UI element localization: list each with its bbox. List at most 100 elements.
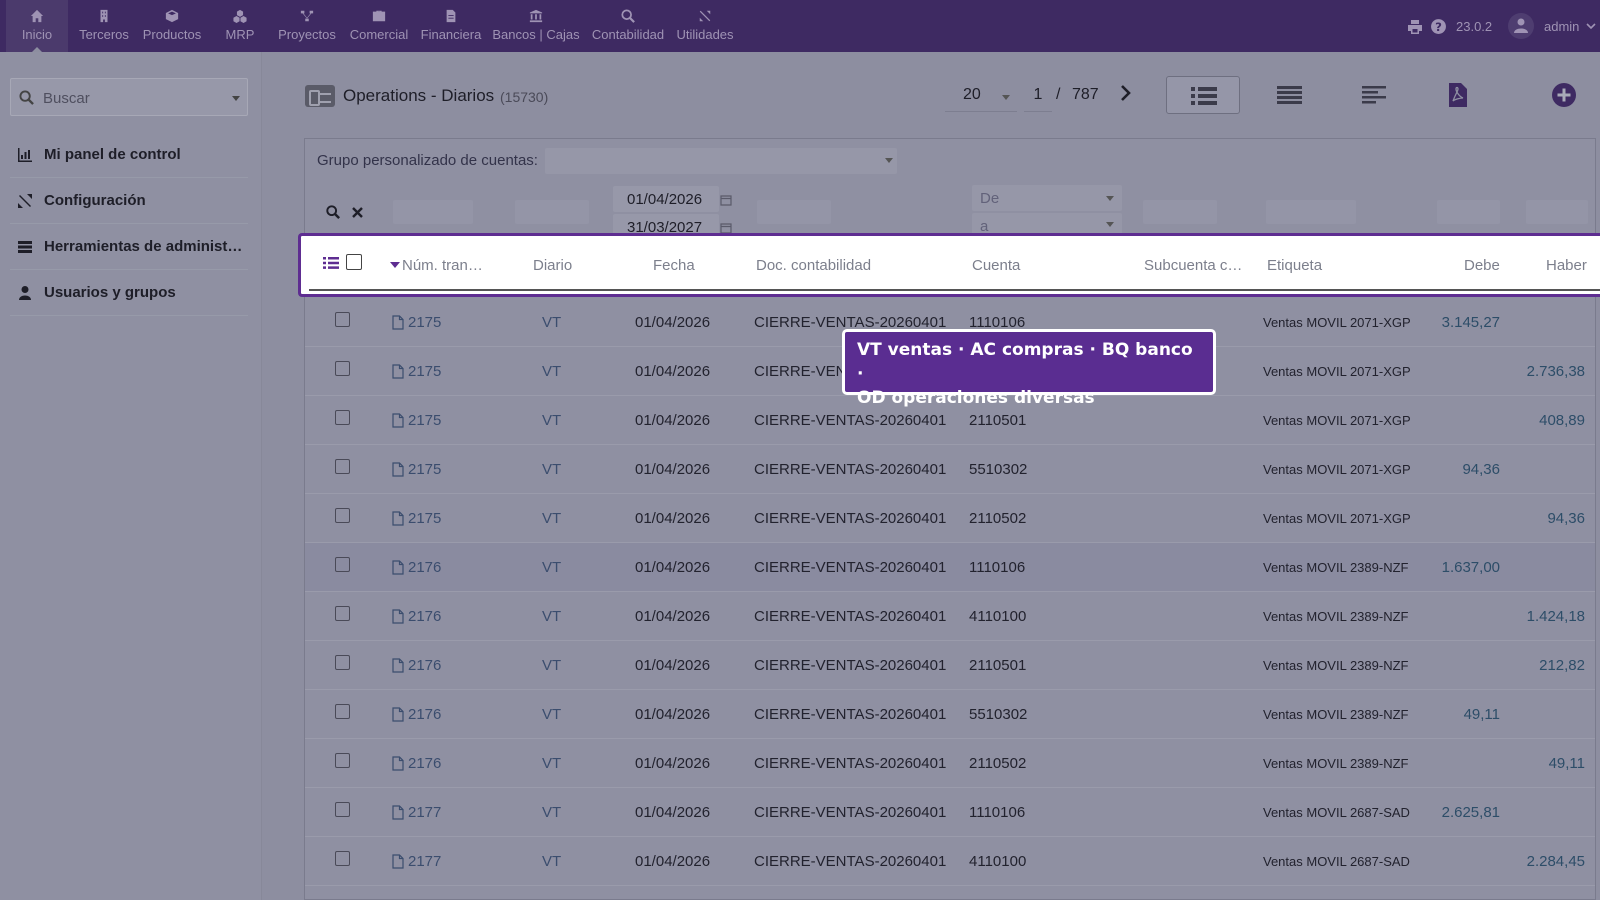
file-icon <box>392 315 404 330</box>
row-checkbox[interactable] <box>335 459 350 474</box>
filter-subcuenta-input[interactable] <box>1143 200 1217 224</box>
column-selector-icon[interactable] <box>323 256 339 270</box>
nav-item-bancos-cajas[interactable]: Bancos | Cajas <box>490 0 582 52</box>
filter-haber-input[interactable] <box>1526 200 1588 224</box>
column-header-haber[interactable]: Haber <box>1546 257 1587 274</box>
table-row[interactable]: 2176 VT 01/04/2026 CIERRE-VENTAS-20260401 21… <box>305 739 1595 788</box>
row-checkbox[interactable] <box>335 508 350 523</box>
row-checkbox[interactable] <box>335 361 350 376</box>
transaction-number-link[interactable]: 2175 <box>408 461 441 478</box>
accounting-doc: CIERRE-VENTAS-20260401 <box>754 853 947 870</box>
transaction-number-link[interactable]: 2176 <box>408 608 441 625</box>
filter-date-from[interactable]: 01/04/2026 <box>613 186 719 212</box>
nav-item-inicio[interactable]: Inicio <box>6 0 68 52</box>
filter-debe-input[interactable] <box>1437 200 1500 224</box>
table-header-row: Núm. tran… Diario Fecha Doc. contabilida… <box>298 233 1600 297</box>
cube-icon <box>139 9 205 23</box>
nav-item-contabilidad[interactable]: Contabilidad <box>590 0 666 52</box>
filter-amount-to[interactable]: a <box>972 213 1122 235</box>
sidebar-search-input[interactable]: Buscar <box>10 78 248 116</box>
nav-item-terceros[interactable]: Terceros <box>76 0 132 52</box>
accounting-doc: CIERRE-VENTAS-20260401 <box>754 706 947 723</box>
row-checkbox[interactable] <box>335 410 350 425</box>
column-header-cuenta[interactable]: Cuenta <box>972 257 1020 274</box>
page-size-select[interactable]: 20 <box>945 84 1017 112</box>
transaction-number-link[interactable]: 2175 <box>408 314 441 331</box>
nav-item-utilidades[interactable]: Utilidades <box>672 0 738 52</box>
ledger-view-button[interactable] <box>1354 76 1394 114</box>
entry-label: Ventas MOVIL 2389-NZF <box>1263 707 1409 722</box>
header-divider <box>309 289 1600 291</box>
export-pdf-button[interactable] <box>1438 76 1478 114</box>
column-header-diario[interactable]: Diario <box>533 257 572 274</box>
row-checkbox[interactable] <box>335 851 350 866</box>
next-page-button[interactable] <box>1120 84 1132 107</box>
help-icon: ? <box>1431 19 1446 34</box>
column-header-subcuenta[interactable]: Subcuenta c… <box>1144 257 1242 274</box>
select-all-checkbox[interactable] <box>346 254 362 270</box>
transaction-number-link[interactable]: 2175 <box>408 412 441 429</box>
entry-label: Ventas MOVIL 2071-XGP <box>1263 364 1411 379</box>
column-header-etiqueta[interactable]: Etiqueta <box>1267 257 1322 274</box>
table-row[interactable]: 2175 VT 01/04/2026 CIERRE-VENTAS-20260401 55… <box>305 445 1595 494</box>
column-header-fecha[interactable]: Fecha <box>653 257 695 274</box>
align-justify-icon <box>1277 86 1302 104</box>
row-checkbox[interactable] <box>335 704 350 719</box>
accounting-doc: CIERRE-VENTAS-20260401 <box>754 804 947 821</box>
row-checkbox[interactable] <box>335 312 350 327</box>
search-filter-button[interactable] <box>326 205 340 219</box>
table-row[interactable]: 2177 VT 01/04/2026 CIERRE-VENTAS-20260401 41… <box>305 837 1595 886</box>
filter-diario-input[interactable] <box>515 200 589 224</box>
transaction-number-link[interactable]: 2175 <box>408 363 441 380</box>
grouped-view-button[interactable] <box>1270 76 1310 114</box>
table-row[interactable]: 2176 VT 01/04/2026 CIERRE-VENTAS-20260401 11… <box>305 543 1595 592</box>
table-row[interactable]: 2177VT01/04/2026CIERRE-VENTAS-2026040121… <box>305 886 1595 900</box>
list-view-button[interactable] <box>1166 76 1240 114</box>
table-row[interactable]: 2176 VT 01/04/2026 CIERRE-VENTAS-20260401 21… <box>305 641 1595 690</box>
sidebar-item-panel-control[interactable]: Mi panel de control <box>10 132 248 178</box>
row-checkbox[interactable] <box>335 802 350 817</box>
transaction-number-link[interactable]: 2175 <box>408 510 441 527</box>
row-checkbox[interactable] <box>335 557 350 572</box>
sidebar-item-usuarios[interactable]: Usuarios y grupos <box>10 270 248 316</box>
account-group-select[interactable] <box>545 148 897 174</box>
transaction-number-link[interactable]: 2176 <box>408 657 441 674</box>
filter-doc-input[interactable] <box>757 200 831 224</box>
calendar-icon[interactable] <box>720 194 732 206</box>
nav-item-proyectos[interactable]: Proyectos <box>276 0 338 52</box>
transaction-number-link[interactable]: 2177 <box>408 804 441 821</box>
table-row[interactable]: 2176 VT 01/04/2026 CIERRE-VENTAS-20260401 55… <box>305 690 1595 739</box>
table-row[interactable]: 2177 VT 01/04/2026 CIERRE-VENTAS-20260401 11… <box>305 788 1595 837</box>
transaction-number-link[interactable]: 2176 <box>408 706 441 723</box>
row-checkbox[interactable] <box>335 753 350 768</box>
entry-label: Ventas MOVIL 2389-NZF <box>1263 658 1409 673</box>
row-checkbox[interactable] <box>335 606 350 621</box>
help-button[interactable]: ? <box>1428 0 1448 52</box>
column-header-debe[interactable]: Debe <box>1464 257 1500 274</box>
user-menu[interactable]: admin <box>1502 0 1600 52</box>
nav-item-mrp[interactable]: MRP <box>218 0 262 52</box>
add-entry-button[interactable] <box>1544 76 1584 114</box>
nav-item-productos[interactable]: Productos <box>139 0 205 52</box>
transaction-number-link[interactable]: 2176 <box>408 559 441 576</box>
row-checkbox[interactable] <box>335 655 350 670</box>
nav-item-comercial[interactable]: Comercial <box>346 0 412 52</box>
filter-etiqueta-input[interactable] <box>1266 200 1356 224</box>
search-dollar-icon <box>590 9 666 23</box>
table-row[interactable]: 2175 VT 01/04/2026 CIERRE-VENTAS-20260401 21… <box>305 494 1595 543</box>
transaction-number-link[interactable]: 2176 <box>408 755 441 772</box>
table-row[interactable]: 2176 VT 01/04/2026 CIERRE-VENTAS-20260401 41… <box>305 592 1595 641</box>
filter-num-input[interactable] <box>393 200 473 224</box>
transaction-number-link[interactable]: 2177 <box>408 853 441 870</box>
print-button[interactable] <box>1405 0 1425 52</box>
clear-filter-button[interactable] <box>352 207 363 218</box>
sidebar-item-herramientas[interactable]: Herramientas de administ… <box>10 224 248 270</box>
column-header-num[interactable]: Núm. tran… <box>402 257 483 274</box>
journal-code: VT <box>542 510 562 527</box>
account-number: 2110502 <box>969 755 1027 772</box>
filter-amount-from[interactable]: De <box>972 185 1122 211</box>
nav-item-financiera[interactable]: Financiera <box>418 0 484 52</box>
page-number-input[interactable]: 1 <box>1024 84 1052 112</box>
column-header-doc[interactable]: Doc. contabilidad <box>756 257 871 274</box>
sidebar-item-configuracion[interactable]: Configuración <box>10 178 248 224</box>
